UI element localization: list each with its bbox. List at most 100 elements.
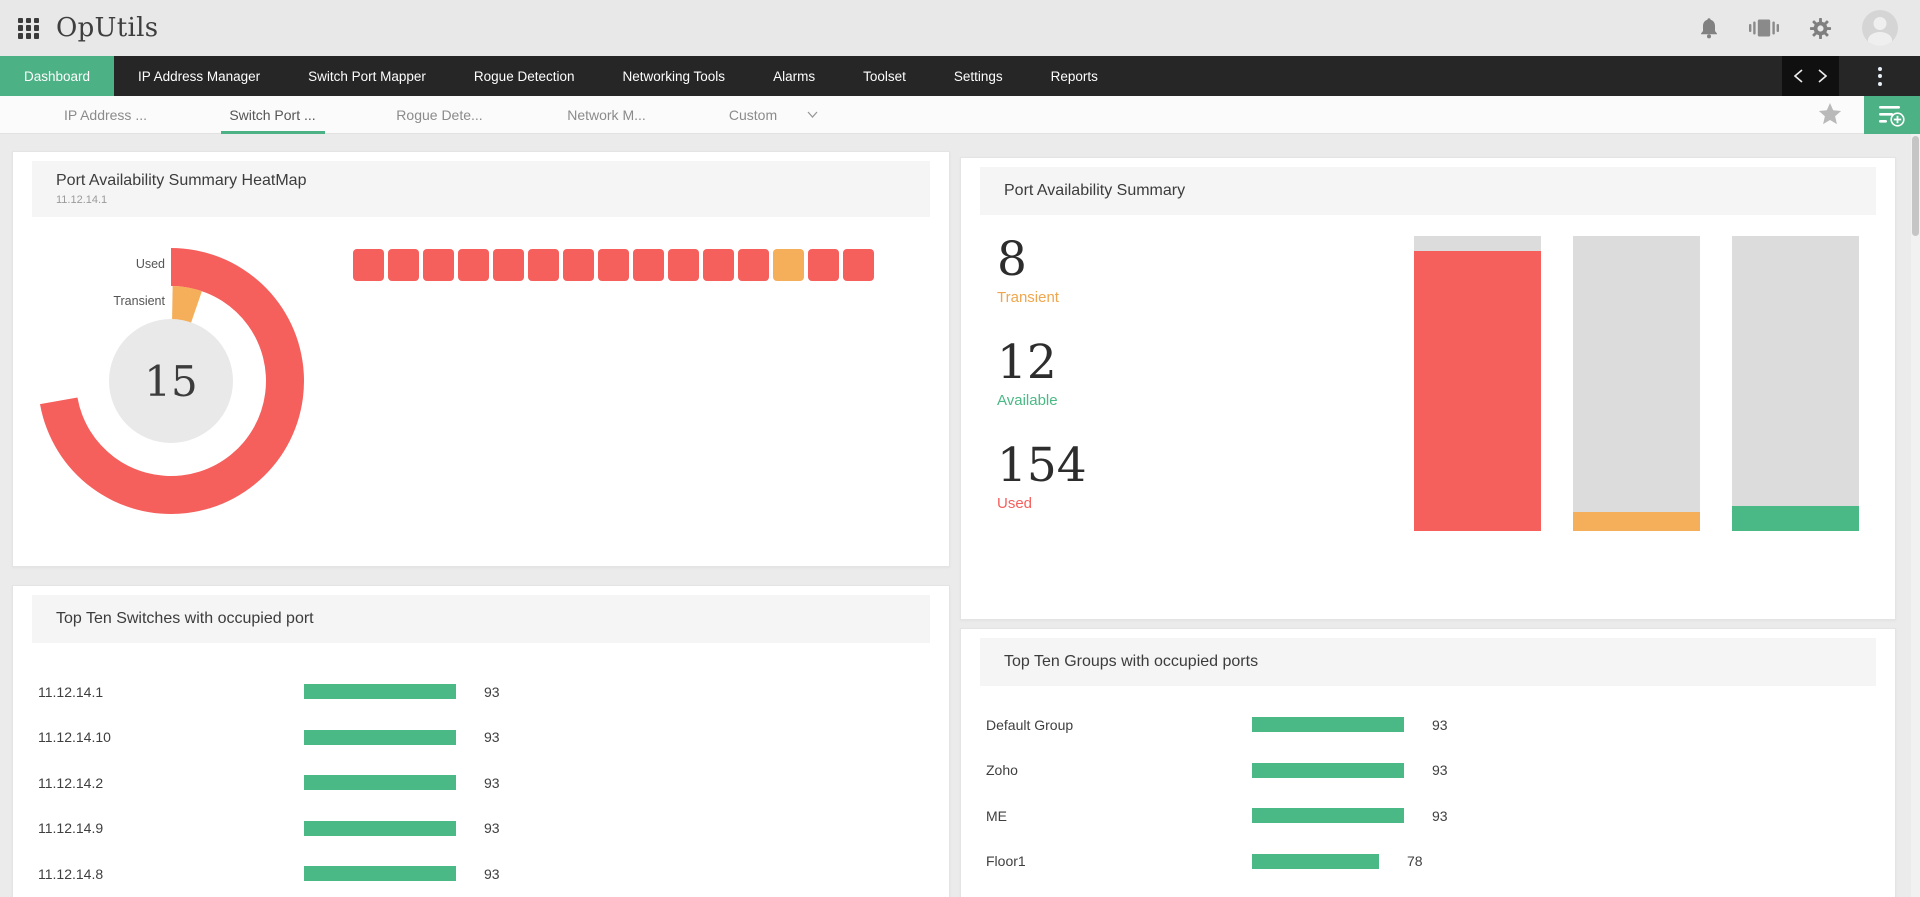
subtab-label: Custom [728,106,778,123]
row-value: 93 [484,683,500,700]
row-bar [304,775,456,791]
subtab-network-m[interactable]: Network M... [523,96,690,133]
stat-transient: 8 Transient [997,236,1087,306]
summary-stats: 8 Transient 12 Available 154 Used [997,236,1087,545]
topbar-actions [1699,10,1898,46]
nav-tab-settings[interactable]: Settings [930,56,1027,96]
groups-bar-list: Default Group 93 Zoho 93 ME 93 Floor1 78 [961,702,1895,884]
donut-label-transient: Transient [113,294,165,308]
heatmap-cell-used [388,249,419,281]
row-bar [304,866,456,882]
main-nav-tabs: Dashboard IP Address Manager Switch Port M… [0,56,1122,96]
row-label: 11.12.14.10 [38,729,111,746]
switch-row: 11.12.14.2 93 [13,760,949,806]
nav-tab-rogue-detection[interactable]: Rogue Detection [450,56,599,96]
vertical-bar-used [1414,236,1541,531]
avatar-body-shape [1868,32,1892,46]
heatmap-cell-used [633,249,664,281]
heatmap-cell-used [353,249,384,281]
row-label: 11.12.14.9 [38,820,104,837]
apps-switcher-icon[interactable] [1749,17,1779,39]
nav-tab-ip-address-manager[interactable]: IP Address Manager [114,56,284,96]
panel-title: Top Ten Groups with occupied ports [1004,653,1259,670]
nav-tab-networking-tools[interactable]: Networking Tools [599,56,750,96]
heatmap-cell-used [843,249,874,281]
row-bar [304,684,456,700]
vertical-bar-available [1732,236,1859,531]
stat-label: Used [997,494,1033,512]
heatmap-cell-used [703,249,734,281]
row-bar [1252,853,1379,869]
row-label: 11.12.14.8 [38,865,104,882]
user-avatar[interactable] [1862,10,1898,46]
row-bar [304,820,456,836]
subtab-rogue-dete[interactable]: Rogue Dete... [356,96,523,133]
nav-tab-reports[interactable]: Reports [1027,56,1122,96]
avatar-head-shape [1873,17,1887,30]
settings-gear-icon[interactable] [1809,17,1832,40]
panel-port-availability-heatmap: Port Availability Summary HeatMap 11.12.… [12,151,950,567]
row-label: 11.12.14.2 [38,774,104,791]
topbar: OpUtils [0,0,1920,56]
group-row: Floor1 78 [961,839,1895,885]
app-launcher-grid-icon[interactable] [18,17,39,39]
panel-header: Top Ten Groups with occupied ports [980,638,1876,686]
subtab-ip-address[interactable]: IP Address ... [22,96,189,133]
panel-title: Top Ten Switches with occupied port [56,610,314,627]
row-value: 93 [484,820,500,837]
nav-right-controls [1782,56,1920,96]
row-value: 93 [1432,807,1448,824]
subtab-switch-port[interactable]: Switch Port ... [189,96,356,133]
chevron-right-icon[interactable] [1818,69,1827,83]
subtab-custom[interactable]: Custom [690,96,857,133]
group-row: ME 93 [961,793,1895,839]
add-widget-button[interactable] [1864,95,1920,134]
heatmap-cell-used [458,249,489,281]
panel-title: Port Availability Summary [1004,182,1186,199]
row-value: 93 [484,865,500,882]
summary-bar-chart [1414,236,1859,531]
product-logo: OpUtils [56,13,159,43]
heatmap-cell-used [738,249,769,281]
heatmap-cell-used [493,249,524,281]
scrollbar-thumb[interactable] [1912,136,1919,236]
port-heatmap-grid [353,249,874,281]
switch-row: 11.12.14.1 93 [13,669,949,715]
row-value: 93 [1432,716,1448,733]
vertical-bar-fill [1732,505,1859,531]
subtab-label: Rogue Dete... [396,106,483,123]
vertical-bar-fill [1414,250,1541,531]
kebab-menu-icon[interactable] [1839,56,1920,96]
nav-tab-dashboard[interactable]: Dashboard [0,56,115,96]
panel-top-groups: Top Ten Groups with occupied ports Defau… [960,628,1896,897]
heatmap-cell-used [528,249,559,281]
scrollbar-track[interactable] [1911,134,1920,897]
nav-tab-alarms[interactable]: Alarms [749,56,839,96]
panel-header: Top Ten Switches with occupied port [32,595,930,643]
subtab-right-controls [1796,95,1920,134]
heatmap-cell-transient [773,249,804,281]
row-value: 93 [484,729,500,746]
chevron-left-icon[interactable] [1794,69,1803,83]
notifications-bell-icon[interactable] [1699,17,1719,39]
nav-tab-toolset[interactable]: Toolset [839,56,930,96]
switch-row: 11.12.14.8 93 [13,851,949,897]
row-label: Floor1 [986,853,1026,870]
heatmap-cell-used [598,249,629,281]
favorite-star-icon[interactable] [1796,103,1864,126]
subtab-label: Switch Port ... [229,106,316,123]
row-label: ME [986,807,1007,824]
stat-label: Transient [997,288,1059,306]
nav-tab-switch-port-mapper[interactable]: Switch Port Mapper [284,56,450,96]
panel-top-switches: Top Ten Switches with occupied port 11.1… [12,585,950,897]
row-bar [1252,808,1404,824]
row-label: Zoho [986,762,1018,779]
panel-title: Port Availability Summary HeatMap [56,172,307,189]
heatmap-cell-used [423,249,454,281]
subtab-list: IP Address ... Switch Port ... Rogue Dete.… [22,96,857,133]
donut-segment [172,286,202,325]
subtab-label: Network M... [567,106,646,123]
vertical-bar-fill [1573,511,1700,531]
row-value: 78 [1407,853,1423,870]
nav-scroll-controls [1782,56,1839,96]
